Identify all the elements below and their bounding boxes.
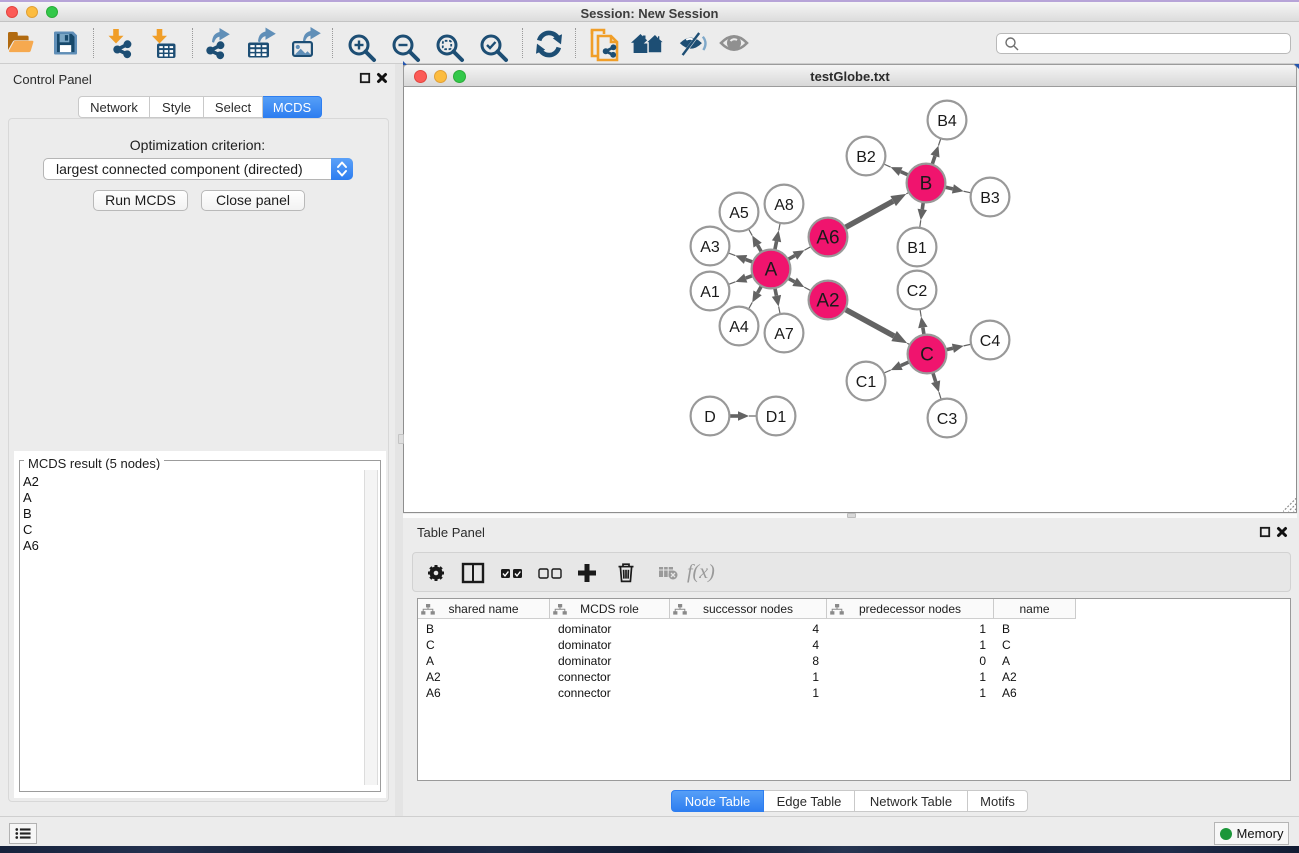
svg-text:C3: C3 bbox=[937, 411, 958, 428]
svg-text:A2: A2 bbox=[816, 291, 839, 312]
svg-text:A4: A4 bbox=[729, 319, 749, 336]
svg-text:B3: B3 bbox=[980, 190, 1000, 207]
svg-text:C1: C1 bbox=[856, 374, 877, 391]
svg-text:A: A bbox=[765, 260, 778, 281]
svg-text:A8: A8 bbox=[774, 197, 794, 214]
svg-text:C2: C2 bbox=[907, 283, 928, 300]
svg-text:A5: A5 bbox=[729, 205, 749, 222]
svg-text:C4: C4 bbox=[980, 333, 1001, 350]
svg-text:C: C bbox=[920, 345, 934, 366]
svg-text:B: B bbox=[920, 174, 933, 195]
svg-text:A1: A1 bbox=[700, 284, 720, 301]
svg-text:B4: B4 bbox=[937, 113, 957, 130]
svg-text:A6: A6 bbox=[816, 228, 839, 249]
svg-text:A3: A3 bbox=[700, 239, 720, 256]
svg-text:A7: A7 bbox=[774, 326, 794, 343]
svg-text:f(x): f(x) bbox=[687, 561, 715, 583]
svg-text:B2: B2 bbox=[856, 149, 876, 166]
svg-text:D: D bbox=[704, 409, 716, 426]
svg-text:B1: B1 bbox=[907, 240, 927, 257]
svg-text:D1: D1 bbox=[766, 409, 787, 426]
